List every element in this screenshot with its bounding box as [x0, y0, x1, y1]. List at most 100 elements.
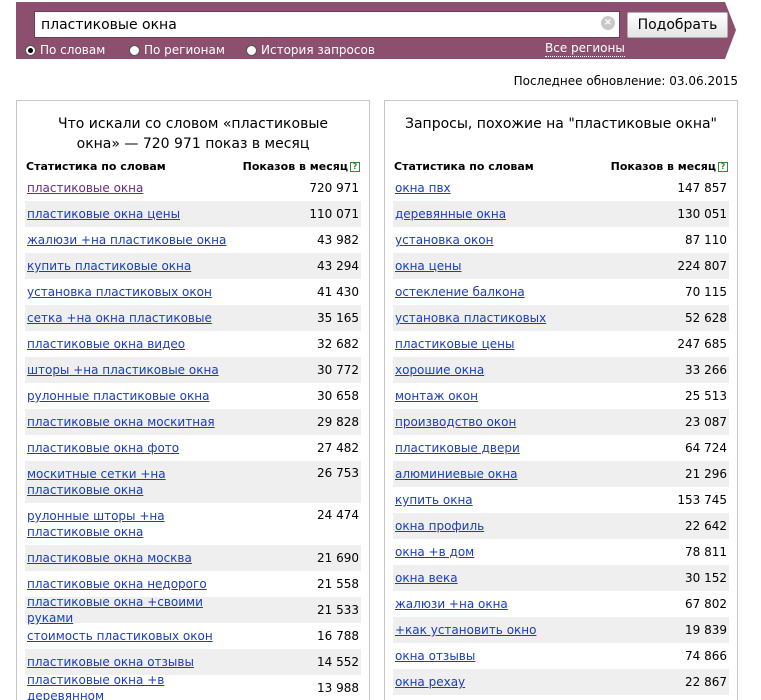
phrase-link[interactable]: пластиковые двери: [395, 440, 610, 456]
phrase-link[interactable]: установка пластиковых окон: [27, 284, 242, 300]
shows-count: 29 828: [317, 415, 359, 429]
table-row: купить пластиковые окна 43 294: [25, 253, 361, 279]
shows-count: 22 642: [685, 519, 727, 533]
shows-count: 22 867: [685, 675, 727, 689]
panel-title-line: окна» — 720 971 показ в месяц: [76, 136, 310, 152]
phrase-link[interactable]: пластиковые окна москитная: [27, 414, 242, 430]
phrase-link[interactable]: пластиковые окна +своими руками: [27, 594, 242, 626]
table-row: окна рехау 22 867: [393, 669, 729, 695]
phrase-link[interactable]: установка пластиковых: [395, 310, 610, 326]
phrase-link[interactable]: купить окна: [395, 492, 610, 508]
shows-count: 14 552: [317, 655, 359, 669]
shows-count: 30 152: [685, 571, 727, 585]
phrase-link[interactable]: пластиковые окна фото: [27, 440, 242, 456]
shows-count: 67 802: [685, 597, 727, 611]
shows-count: 153 745: [677, 493, 727, 507]
shows-count: 24 474: [317, 508, 359, 522]
help-icon[interactable]: ?: [350, 161, 360, 172]
shows-count: 13 988: [317, 681, 359, 695]
phrase-link[interactable]: пластиковые окна +в деревянном: [27, 672, 242, 700]
column-header: Статистика по словам Показов в месяц?: [26, 158, 360, 174]
table-row: пластиковые окна москва 21 690: [25, 545, 361, 571]
phrase-link[interactable]: окна пвх: [395, 180, 610, 196]
search-panel: пластиковые окна × Подобрать По словам П…: [16, 2, 736, 59]
phrase-link[interactable]: алюминиевые окна: [395, 466, 610, 482]
phrase-link[interactable]: хорошие окна: [395, 362, 610, 378]
mode-radio-history[interactable]: История запросов: [246, 42, 375, 58]
shows-count: 32 682: [317, 337, 359, 351]
table-row: пластиковые окна 720 971: [25, 175, 361, 201]
all-regions-link[interactable]: Все регионы: [545, 41, 625, 57]
table-row: пластиковые окна +в деревянном 13 988: [25, 672, 361, 700]
table-row: москитные сетки +на пластиковые окна 26 7…: [25, 461, 361, 503]
column-shows: Показов в месяц?: [243, 160, 360, 173]
phrase-link[interactable]: окна века: [395, 570, 610, 586]
phrase-link[interactable]: окна цены: [395, 258, 610, 274]
phrase-link[interactable]: установка окон: [395, 232, 610, 248]
phrase-link[interactable]: пластиковые окна москва: [27, 550, 242, 566]
phrase-link[interactable]: рулонные пластиковые окна: [27, 388, 242, 404]
shows-count: 30 658: [317, 389, 359, 403]
phrase-link[interactable]: +как установить окно: [395, 622, 610, 638]
shows-count: 41 430: [317, 285, 359, 299]
shows-count: 21 296: [685, 467, 727, 481]
phrase-link[interactable]: пластиковые окна цены: [27, 206, 242, 222]
phrase-link[interactable]: жалюзи +на окна: [395, 596, 610, 612]
phrase-link[interactable]: окна +в дом: [395, 544, 610, 560]
radio-icon: [129, 44, 140, 56]
table-row: пластиковые окна фото 27 482: [25, 435, 361, 461]
table-row: установка пластиковых 52 628: [393, 305, 729, 331]
radio-icon: [246, 44, 257, 56]
panel-title-line: Что искали со словом «пластиковые: [58, 116, 328, 132]
mode-radio-words[interactable]: По словам: [25, 42, 105, 58]
phrase-link[interactable]: шторы +на пластиковые окна: [27, 362, 242, 378]
phrase-link[interactable]: окна отзывы: [395, 648, 610, 664]
shows-count: 110 071: [309, 207, 359, 221]
phrase-link[interactable]: купить пластиковые окна: [27, 258, 242, 274]
left-panel: Что искали со словом «пластиковые окна» …: [16, 100, 370, 700]
phrase-link[interactable]: окна рехау: [395, 674, 610, 690]
table-row: стоимость пластиковых окон 16 788: [25, 623, 361, 649]
table-row: пластиковые цены 247 685: [393, 331, 729, 357]
shows-count: 52 628: [685, 311, 727, 325]
phrase-link[interactable]: пластиковые окна: [27, 180, 242, 196]
phrase-link[interactable]: пластиковые цены: [395, 336, 610, 352]
table-row: пластиковые окна цены 110 071: [25, 201, 361, 227]
shows-count: 19 839: [685, 623, 727, 637]
table-row: пластиковые окна +своими руками 21 533: [25, 594, 361, 626]
shows-count: 247 685: [677, 337, 727, 351]
mode-radio-regions[interactable]: По регионам: [129, 42, 225, 58]
shows-count: 43 982: [317, 233, 359, 247]
phrase-link[interactable]: окна профиль: [395, 518, 610, 534]
table-row: установка пластиковых окон 41 430: [25, 279, 361, 305]
shows-count: 130 051: [677, 207, 727, 221]
help-icon[interactable]: ?: [718, 161, 728, 172]
table-row: окна цены 224 807: [393, 253, 729, 279]
mode-label: По словам: [40, 43, 106, 57]
shows-count: 21 690: [317, 551, 359, 565]
search-input[interactable]: пластиковые окна: [34, 11, 620, 38]
phrase-link[interactable]: пластиковые окна видео: [27, 336, 242, 352]
phrase-link[interactable]: рулонные шторы +на пластиковые окна: [27, 508, 242, 540]
table-row: сетка +на окна пластиковые 35 165: [25, 305, 361, 331]
shows-count: 224 807: [677, 259, 727, 273]
submit-button[interactable]: Подобрать: [627, 12, 728, 38]
phrase-link[interactable]: пластиковые окна недорого: [27, 576, 242, 592]
phrase-link[interactable]: жалюзи +на пластиковые окна: [27, 232, 242, 248]
phrase-link[interactable]: сетка +на окна пластиковые: [27, 310, 242, 326]
phrase-link[interactable]: стоимость пластиковых окон: [27, 628, 242, 644]
shows-count: 87 110: [685, 233, 727, 247]
table-row: шторы +на пластиковые окна 30 772: [25, 357, 361, 383]
phrase-link[interactable]: москитные сетки +на пластиковые окна: [27, 466, 242, 498]
phrase-link[interactable]: производство окон: [395, 414, 610, 430]
column-header: Статистика по словам Показов в месяц?: [394, 158, 728, 174]
phrase-link[interactable]: деревянные окна: [395, 206, 610, 222]
shows-count: 147 857: [677, 181, 727, 195]
phrase-link[interactable]: монтаж окон: [395, 388, 610, 404]
phrase-link[interactable]: остекление балкона: [395, 284, 610, 300]
table-row: пластиковые окна москитная 29 828: [25, 409, 361, 435]
shows-count: 74 866: [685, 649, 727, 663]
close-circle-icon[interactable]: ×: [601, 16, 615, 30]
shows-count: 21 558: [317, 577, 359, 591]
phrase-link[interactable]: пластиковые окна отзывы: [27, 654, 242, 670]
